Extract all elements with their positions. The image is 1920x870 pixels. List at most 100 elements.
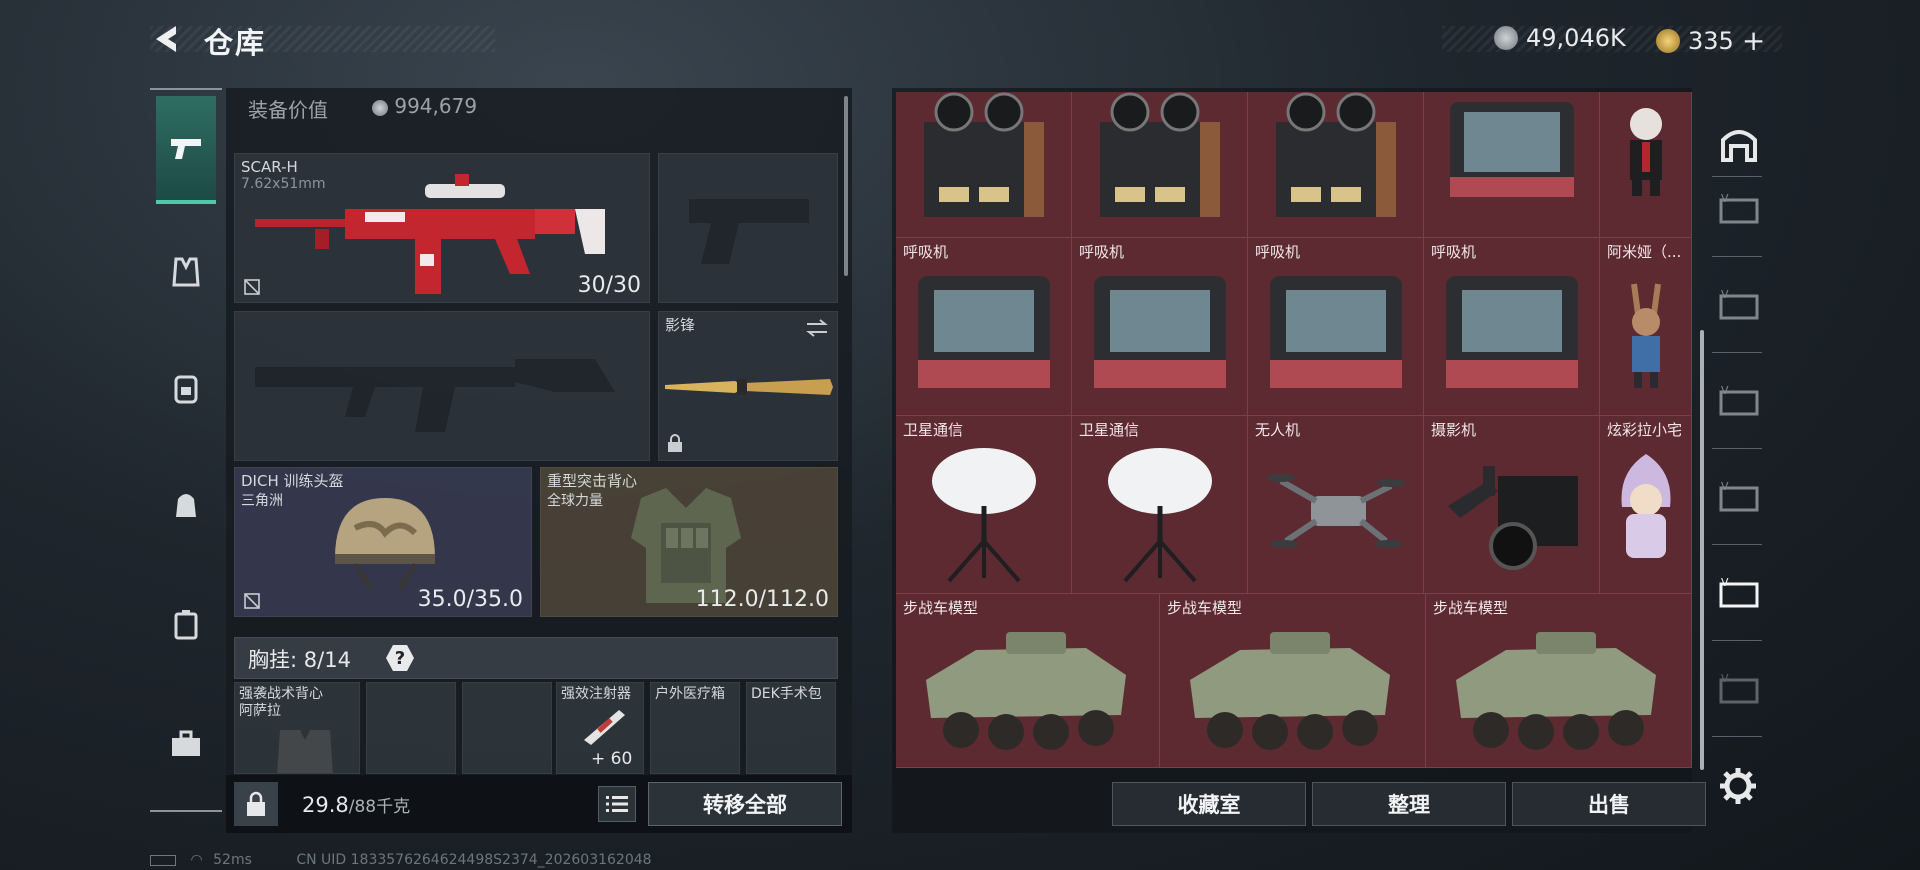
rig-item-surgery-kit[interactable]: DEK手术包 xyxy=(746,682,836,774)
storage-item-ifv-model[interactable]: 步战车模型 xyxy=(1160,594,1426,768)
equipment-scrollbar[interactable] xyxy=(844,96,848,276)
nav-backpack[interactable] xyxy=(156,334,216,442)
storage-box-icon: V xyxy=(1719,384,1759,416)
armor-durability: 112.0/112.0 xyxy=(695,587,829,612)
svg-text:V: V xyxy=(1721,576,1729,589)
gold-amount: 335 xyxy=(1688,26,1734,55)
lock-icon xyxy=(668,434,682,452)
equipment-value: 994,679 xyxy=(372,94,477,118)
rig-item-medkit[interactable]: 户外医疗箱 xyxy=(650,682,740,774)
nav-pouch[interactable] xyxy=(156,450,216,558)
right-nav-divider xyxy=(1712,544,1762,545)
item-label: 阿米娅（... xyxy=(1607,243,1682,261)
item-label: 步战车模型 xyxy=(1433,599,1509,617)
helmet-durability: 35.0/35.0 xyxy=(417,587,523,612)
storage-tab-2[interactable]: V xyxy=(1712,176,1766,240)
melee-slot[interactable]: 影锋 xyxy=(658,311,838,461)
storage-box-icon: V xyxy=(1719,192,1759,224)
swap-icon[interactable] xyxy=(805,318,829,338)
storage-item-ventilator[interactable]: 呼吸机 xyxy=(1424,238,1600,416)
storage-item-ifv-model[interactable]: 步战车模型 xyxy=(896,594,1160,768)
back-arrow-icon[interactable] xyxy=(150,22,184,56)
nav-weapons[interactable] xyxy=(156,96,216,204)
rig-item-vest[interactable]: 强袭战术背心 阿萨拉 xyxy=(234,682,360,774)
rig-item-injector[interactable]: 强效注射器 + 60 xyxy=(556,682,644,774)
video-camera-icon xyxy=(1448,466,1578,570)
add-currency-button[interactable]: + xyxy=(1742,24,1765,57)
item-label: 呼吸机 xyxy=(903,243,949,261)
storage-item-doll[interactable]: 炫彩拉小宅 xyxy=(1600,416,1692,594)
ifv-model-icon xyxy=(1456,632,1656,750)
list-view-button[interactable] xyxy=(598,786,636,822)
storage-item-tape-recorder[interactable] xyxy=(896,92,1072,238)
figure-icon xyxy=(1630,108,1662,196)
rig-item-empty-2[interactable] xyxy=(462,682,552,774)
drone-icon xyxy=(1267,474,1405,548)
armor-faction: 全球力量 xyxy=(547,493,603,509)
no-repair-icon xyxy=(244,279,260,295)
storage-item-drone[interactable]: 无人机 xyxy=(1248,416,1424,594)
battery-icon xyxy=(150,854,176,866)
ventilator-icon xyxy=(918,276,1050,388)
right-nav-divider xyxy=(1712,256,1762,257)
storage-item-camera[interactable]: 摄影机 xyxy=(1424,416,1600,594)
weapon-ammo: 30/30 xyxy=(577,273,641,298)
sell-button[interactable]: 出售 xyxy=(1512,782,1706,826)
ifv-model-icon xyxy=(1190,632,1390,750)
collection-room-button[interactable]: 收藏室 xyxy=(1112,782,1306,826)
storage-tab-5[interactable]: V xyxy=(1712,464,1766,528)
helmet-slot[interactable]: DICH 训练头盔 三角洲 35.0/35.0 xyxy=(234,467,532,617)
warehouse-icon xyxy=(1721,130,1757,162)
nav-toolbox[interactable] xyxy=(156,690,216,798)
secondary-weapon-slot[interactable] xyxy=(234,311,650,461)
storage-tab-main[interactable] xyxy=(1712,112,1766,176)
storage-item-figure[interactable] xyxy=(1600,92,1692,238)
storage-box-icon: V xyxy=(1719,480,1759,512)
item-label: 呼吸机 xyxy=(1431,243,1477,261)
rifle-placeholder-icon xyxy=(255,359,615,432)
armor-slot[interactable]: 重型突击背心 全球力量 112.0/112.0 xyxy=(540,467,838,617)
storage-item-ventilator[interactable]: 呼吸机 xyxy=(1072,238,1248,416)
sort-button[interactable]: 整理 xyxy=(1312,782,1506,826)
primary-weapon-slot[interactable]: SCAR-H 7.62x51mm 30/30 xyxy=(234,153,650,303)
storage-box-icon: V xyxy=(1719,576,1759,608)
storage-tab-3[interactable]: V xyxy=(1712,272,1766,336)
gold-coin-icon xyxy=(1656,28,1680,53)
storage-item-satellite[interactable]: 卫星通信 xyxy=(1072,416,1248,594)
nav-case[interactable] xyxy=(156,570,216,678)
ventilator-icon xyxy=(1450,102,1574,197)
storage-scrollbar[interactable] xyxy=(1700,330,1704,770)
gear-icon[interactable] xyxy=(1718,766,1758,806)
storage-item-ifv-model[interactable]: 步战车模型 xyxy=(1426,594,1692,768)
ventilator-icon xyxy=(1094,276,1226,388)
storage-item-tape-recorder[interactable] xyxy=(1248,92,1424,238)
rig-item-empty-1[interactable] xyxy=(366,682,456,774)
sidearm-slot[interactable] xyxy=(658,153,838,303)
tactical-vest-icon xyxy=(277,730,333,773)
storage-tab-7[interactable]: V xyxy=(1712,656,1766,720)
gold-currency: 335 + xyxy=(1656,24,1765,57)
storage-item-amiya-figure[interactable]: 阿米娅（... xyxy=(1600,238,1692,416)
page-title: 仓库 xyxy=(204,26,267,60)
nav-vest[interactable] xyxy=(156,218,216,326)
storage-item-tape-recorder[interactable] xyxy=(1072,92,1248,238)
storage-item-ventilator[interactable]: 呼吸机 xyxy=(1248,238,1424,416)
chest-rig-label: 胸挂: 8/14 xyxy=(248,648,351,672)
item-label: 呼吸机 xyxy=(1079,243,1125,261)
lock-icon xyxy=(247,791,265,816)
storage-tab-4[interactable]: V xyxy=(1712,368,1766,432)
tape-recorder-icon xyxy=(1276,92,1396,217)
item-label: 步战车模型 xyxy=(1167,599,1243,617)
rig-item-label: 强袭战术背心 阿萨拉 xyxy=(239,686,323,719)
storage-tab-6-active[interactable]: V xyxy=(1712,560,1766,624)
silver-coin-icon xyxy=(1494,26,1518,50)
storage-item-ventilator[interactable] xyxy=(1424,92,1600,238)
storage-item-satellite[interactable]: 卫星通信 xyxy=(896,416,1072,594)
tape-recorder-icon xyxy=(1100,92,1220,217)
item-label: 炫彩拉小宅 xyxy=(1607,421,1683,439)
transfer-all-button[interactable]: 转移全部 xyxy=(648,782,842,826)
right-nav-divider xyxy=(1712,352,1762,353)
injector-icon xyxy=(584,710,625,745)
lock-button[interactable] xyxy=(234,782,278,826)
storage-item-ventilator[interactable]: 呼吸机 xyxy=(896,238,1072,416)
